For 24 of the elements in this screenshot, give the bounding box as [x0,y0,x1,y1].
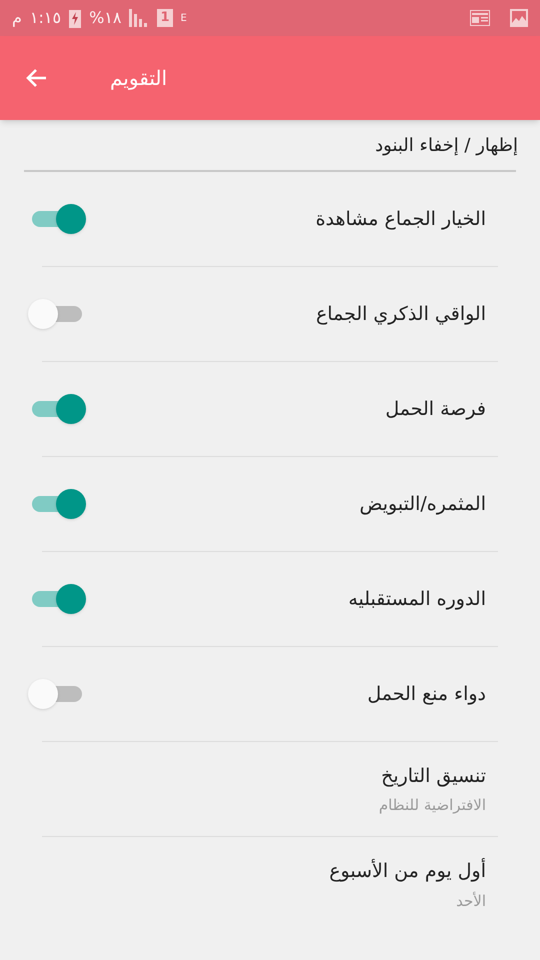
newspaper-icon [470,10,490,26]
setting-label: أول يوم من الأسبوع [329,857,486,884]
clock: ١:١٥ [30,7,62,29]
battery-icon [69,8,82,28]
setting-summary: الافتراضية للنظام [378,795,486,816]
setting-label: الواقي الذكري الجماع [316,302,486,327]
setting-label: الخيار الجماع مشاهدة [316,206,486,232]
setting-label: فرصة الحمل [385,396,486,422]
back-arrow-icon [25,68,47,88]
settings-row[interactable]: تنسيق التاريخ الافتراضية للنظام [42,742,498,837]
time-period: م [12,7,22,29]
signal-icon [129,9,150,27]
settings-row[interactable]: أول يوم من الأسبوع الأحد [42,837,498,932]
setting-label: دواء منع الحمل [367,682,486,707]
setting-label: المثمره/التبويض [359,492,486,517]
section-header: إظهار / إخفاء البنود [375,134,518,158]
setting-label: الدوره المستقبليه [348,586,486,612]
sim-indicator: 1 [157,9,173,27]
battery-level: %١٨ [89,7,122,29]
screen-title: التقويم [110,65,168,92]
network-type: E [180,12,187,26]
image-icon [510,9,528,27]
setting-label: تنسيق التاريخ [380,764,486,789]
setting-summary: الأحد [455,890,486,912]
